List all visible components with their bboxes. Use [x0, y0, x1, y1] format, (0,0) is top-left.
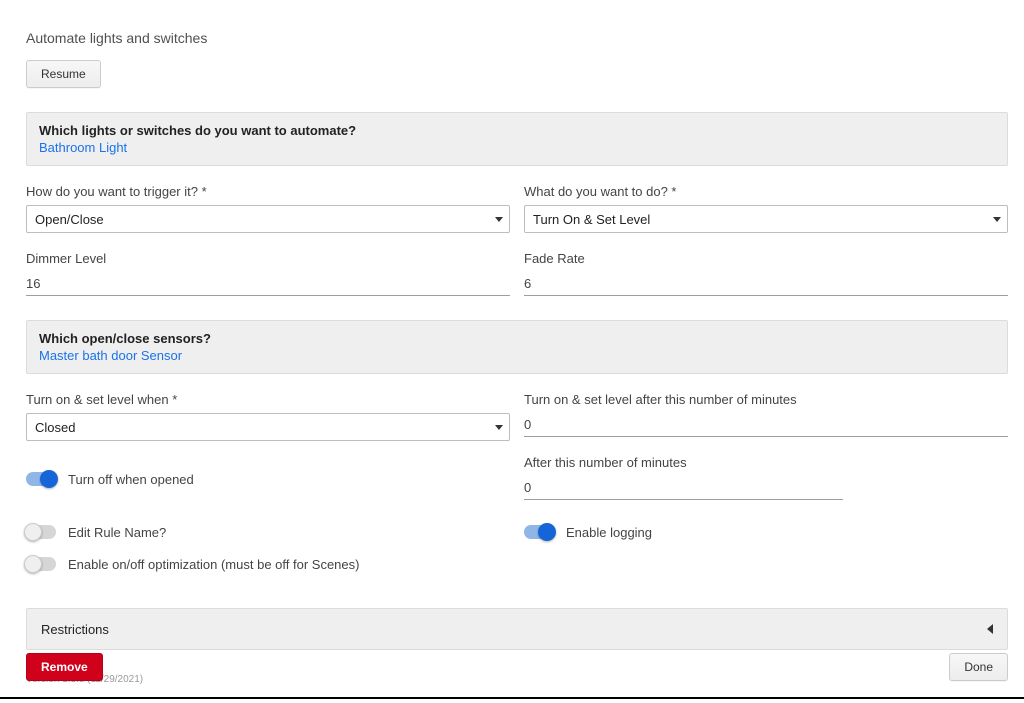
enable-logging-toggle[interactable] [524, 525, 554, 539]
sensors-question-label: Which open/close sensors? [39, 331, 995, 346]
chevron-down-icon [495, 425, 503, 430]
dimmer-input[interactable] [26, 272, 510, 296]
restrictions-label: Restrictions [41, 622, 109, 637]
action-select[interactable]: Turn On & Set Level [524, 205, 1008, 233]
chevron-down-icon [993, 217, 1001, 222]
turnoff-opened-label: Turn off when opened [68, 472, 194, 487]
turnoff-opened-toggle[interactable] [26, 472, 56, 486]
trigger-value: Open/Close [35, 212, 104, 227]
delay-label: Turn on & set level after this number of… [524, 392, 1008, 407]
enable-optimization-toggle[interactable] [26, 557, 56, 571]
edit-name-toggle[interactable] [26, 525, 56, 539]
when-value: Closed [35, 420, 75, 435]
done-button[interactable]: Done [949, 653, 1008, 681]
trigger-select[interactable]: Open/Close [26, 205, 510, 233]
chevron-left-icon [987, 624, 993, 634]
trigger-label: How do you want to trigger it? * [26, 184, 510, 199]
action-label: What do you want to do? * [524, 184, 1008, 199]
remove-button[interactable]: Remove [26, 653, 103, 681]
after-minutes-input[interactable] [524, 476, 843, 500]
fade-label: Fade Rate [524, 251, 1008, 266]
dimmer-label: Dimmer Level [26, 251, 510, 266]
edit-name-label: Edit Rule Name? [68, 525, 166, 540]
enable-optimization-label: Enable on/off optimization (must be off … [68, 557, 359, 572]
after-minutes-label: After this number of minutes [524, 455, 1008, 470]
lights-question-label: Which lights or switches do you want to … [39, 123, 995, 138]
lights-selected-link[interactable]: Bathroom Light [39, 140, 995, 155]
sensors-selection-panel: Which open/close sensors? Master bath do… [26, 320, 1008, 374]
when-select[interactable]: Closed [26, 413, 510, 441]
restrictions-panel[interactable]: Restrictions [26, 608, 1008, 650]
when-label: Turn on & set level when * [26, 392, 510, 407]
chevron-down-icon [495, 217, 503, 222]
window-border [0, 697, 1024, 699]
action-value: Turn On & Set Level [533, 212, 650, 227]
fade-input[interactable] [524, 272, 1008, 296]
lights-selection-panel: Which lights or switches do you want to … [26, 112, 1008, 166]
delay-input[interactable] [524, 413, 1008, 437]
resume-button[interactable]: Resume [26, 60, 101, 88]
sensors-selected-link[interactable]: Master bath door Sensor [39, 348, 995, 363]
page-title: Automate lights and switches [26, 30, 1008, 46]
enable-logging-label: Enable logging [566, 525, 652, 540]
